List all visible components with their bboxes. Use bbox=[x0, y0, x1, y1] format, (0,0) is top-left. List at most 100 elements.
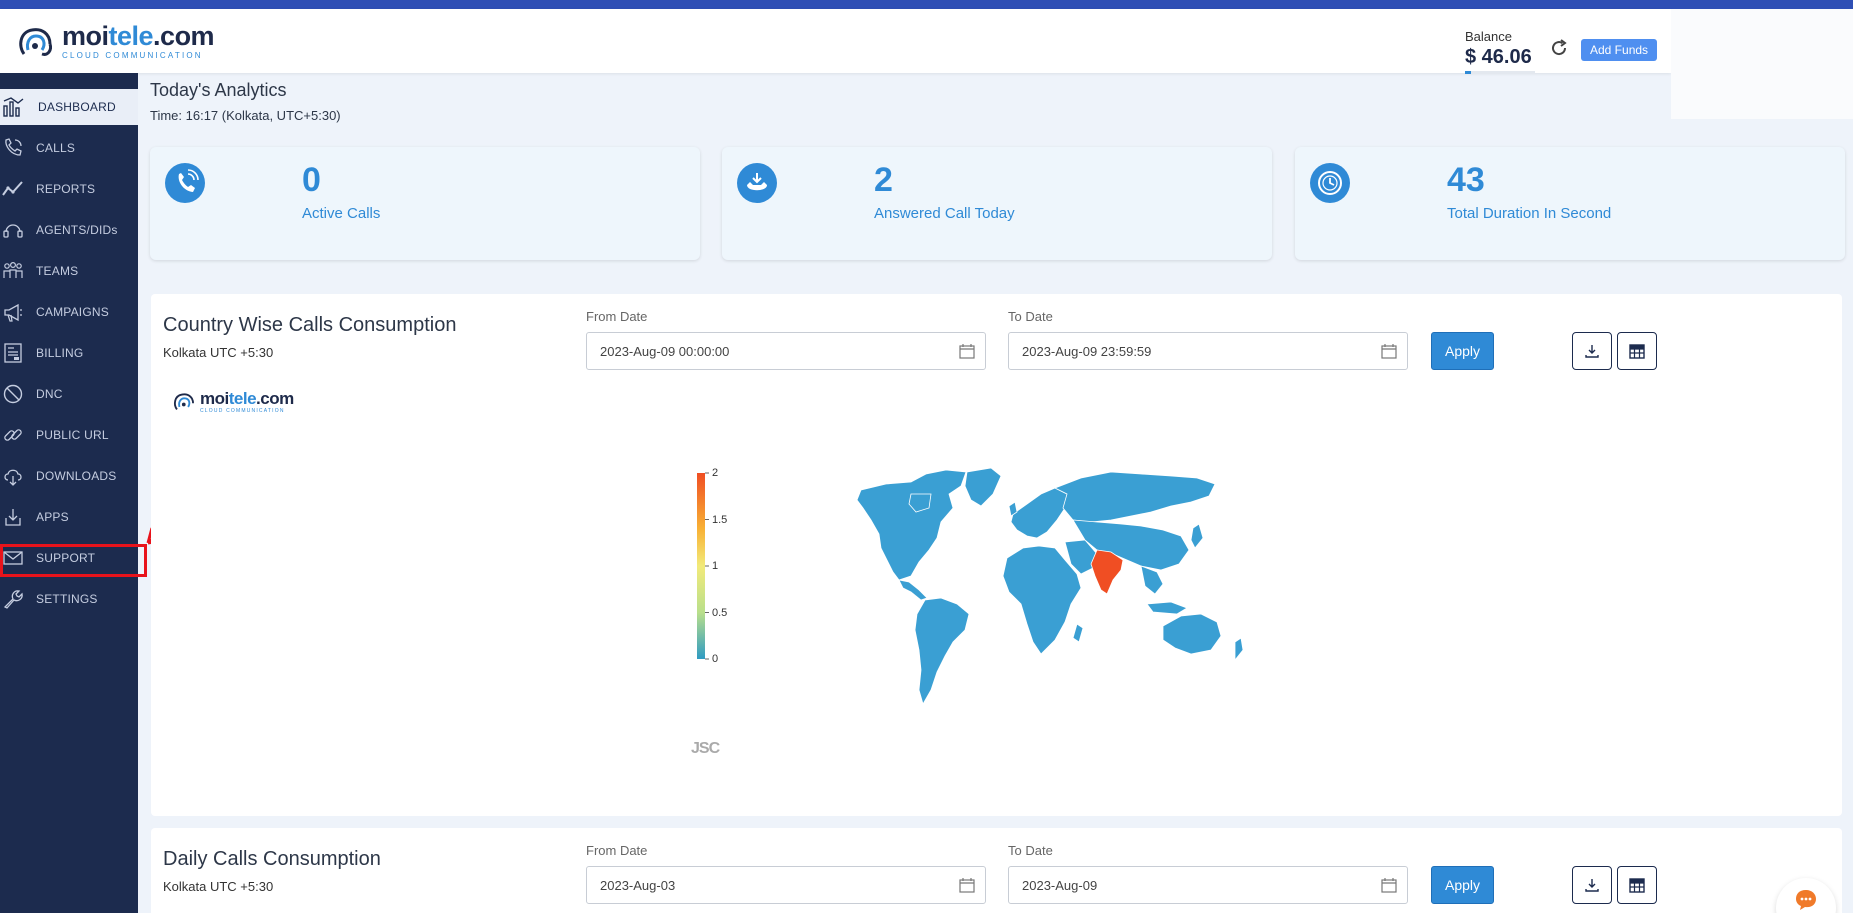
legend-tick-label: 2 bbox=[712, 468, 718, 479]
logo-tagline: CLOUD COMMUNICATION bbox=[62, 51, 203, 60]
sidebar-item-reports[interactable]: REPORTS bbox=[0, 171, 138, 207]
top-strip bbox=[0, 0, 1853, 9]
link-icon bbox=[4, 429, 22, 441]
map-region-indonesia bbox=[1146, 601, 1188, 615]
active-calls-value: 0 bbox=[302, 161, 321, 199]
apply-button[interactable]: Apply bbox=[1431, 866, 1494, 904]
map-region-new-zealand bbox=[1234, 637, 1244, 662]
balance-progress bbox=[1465, 71, 1535, 74]
country-panel-title: Country Wise Calls Consumption bbox=[163, 314, 457, 336]
calendar-view-button[interactable] bbox=[1617, 332, 1657, 370]
active-calls-label: Active Calls bbox=[302, 205, 381, 222]
refresh-icon[interactable] bbox=[1549, 38, 1569, 58]
to-date-value: 2023-Aug-09 23:59:59 bbox=[1022, 343, 1152, 359]
chat-icon bbox=[1796, 890, 1816, 910]
map-region-russia bbox=[1054, 471, 1216, 523]
to-date-label: To Date bbox=[1008, 843, 1053, 858]
map-region-europe bbox=[1010, 487, 1068, 539]
from-date-input[interactable]: 2023-Aug-09 00:00:00 bbox=[586, 332, 986, 370]
add-funds-button[interactable]: Add Funds bbox=[1581, 39, 1658, 61]
annotation-highlight-box bbox=[0, 544, 147, 577]
to-date-input[interactable]: 2023-Aug-09 bbox=[1008, 866, 1408, 904]
map-region-japan bbox=[1190, 523, 1204, 549]
sidebar-item-apps[interactable]: APPS bbox=[0, 499, 138, 535]
calendar-icon bbox=[1381, 344, 1397, 359]
legend-tick-label: 1.5 bbox=[712, 514, 727, 526]
legend-tick-label: 0 bbox=[712, 653, 718, 665]
header-right-area bbox=[1671, 9, 1853, 119]
balance-label: Balance bbox=[1465, 29, 1512, 44]
sidebar-item-agents-dids[interactable]: AGENTS/DIDs bbox=[0, 212, 138, 248]
calendar-icon bbox=[959, 878, 975, 893]
megaphone-icon bbox=[4, 303, 22, 322]
sidebar-item-campaigns[interactable]: CAMPAIGNS bbox=[0, 294, 138, 330]
sidebar-item-label: SETTINGS bbox=[36, 592, 98, 606]
answered-calls-label: Answered Call Today bbox=[874, 205, 1015, 222]
chart-library-watermark: JSC bbox=[691, 740, 720, 757]
sidebar-item-label: TEAMS bbox=[36, 264, 79, 278]
daily-panel-title: Daily Calls Consumption bbox=[163, 848, 381, 870]
app-logo[interactable]: moitele.com CLOUD COMMUNICATION bbox=[16, 23, 215, 60]
sidebar-item-teams[interactable]: TEAMS bbox=[0, 253, 138, 289]
country-wise-panel: Country Wise Calls Consumption Kolkata U… bbox=[151, 294, 1842, 816]
logo-wordmark: moitele.com bbox=[200, 389, 294, 408]
sidebar-item-settings[interactable]: SETTINGS bbox=[0, 581, 138, 617]
download-button[interactable] bbox=[1572, 332, 1612, 370]
phone-icon bbox=[5, 138, 22, 156]
sidebar-item-billing[interactable]: BILLING bbox=[0, 335, 138, 371]
legend-tick-label: 0.5 bbox=[712, 607, 727, 619]
app-header: moitele.com CLOUD COMMUNICATION Balance … bbox=[0, 9, 1671, 74]
to-date-value: 2023-Aug-09 bbox=[1022, 877, 1098, 893]
download-icon bbox=[1585, 345, 1599, 358]
logo-tagline: CLOUD COMMUNICATION bbox=[200, 408, 285, 414]
apply-button[interactable]: Apply bbox=[1431, 332, 1494, 370]
sidebar-item-label: APPS bbox=[36, 510, 69, 524]
map-region-india bbox=[1090, 549, 1124, 595]
app-download-icon bbox=[5, 509, 21, 526]
calendar-view-button[interactable] bbox=[1617, 866, 1657, 904]
map-color-legend: 2 1.5 1 0.5 0 bbox=[697, 468, 727, 665]
sidebar-item-label: REPORTS bbox=[36, 182, 96, 196]
sidebar-item-dashboard[interactable]: DASHBOARD bbox=[0, 89, 138, 125]
world-choropleth-map[interactable] bbox=[841, 464, 1281, 714]
logo-icon bbox=[19, 27, 52, 56]
from-date-value: 2023-Aug-09 00:00:00 bbox=[600, 343, 730, 359]
map-region-central-america bbox=[898, 579, 928, 601]
sidebar-item-dnc[interactable]: DNC bbox=[0, 376, 138, 412]
calendar-icon bbox=[959, 344, 975, 359]
cloud-download-icon bbox=[4, 469, 22, 486]
from-date-input[interactable]: 2023-Aug-03 bbox=[586, 866, 986, 904]
stat-card-answered-calls: 2 Answered Call Today bbox=[722, 147, 1272, 260]
logo-icon bbox=[174, 393, 194, 410]
total-duration-label: Total Duration In Second bbox=[1447, 205, 1612, 222]
daily-calls-panel: Daily Calls Consumption Kolkata UTC +5:3… bbox=[151, 828, 1842, 913]
balance-value: $ 46.06 bbox=[1465, 46, 1532, 68]
chart-bar-icon bbox=[3, 97, 24, 117]
to-date-input[interactable]: 2023-Aug-09 23:59:59 bbox=[1008, 332, 1408, 370]
map-region-south-america bbox=[914, 597, 970, 706]
invoice-icon bbox=[4, 343, 22, 363]
sidebar-item-public-url[interactable]: PUBLIC URL bbox=[0, 417, 138, 453]
sidebar-item-label: BILLING bbox=[36, 346, 84, 360]
answered-calls-value: 2 bbox=[874, 161, 893, 199]
wrench-icon bbox=[3, 590, 23, 609]
sidebar-item-label: AGENTS/DIDs bbox=[36, 223, 118, 237]
map-region-southeast-asia bbox=[1140, 565, 1164, 595]
sidebar-item-calls[interactable]: CALLS bbox=[0, 130, 138, 166]
daily-panel-timezone: Kolkata UTC +5:30 bbox=[163, 879, 274, 894]
map-region-australia bbox=[1162, 613, 1222, 655]
stat-card-total-duration: 43 Total Duration In Second bbox=[1295, 147, 1845, 260]
sidebar-item-label: DOWNLOADS bbox=[36, 469, 117, 483]
clock-icon bbox=[1310, 163, 1350, 203]
map-logo: moitele.com CLOUD COMMUNICATION bbox=[172, 390, 294, 414]
sidebar-item-label: CALLS bbox=[36, 141, 76, 155]
from-date-value: 2023-Aug-03 bbox=[600, 877, 676, 893]
sidebar-item-downloads[interactable]: DOWNLOADS bbox=[0, 458, 138, 494]
total-duration-value: 43 bbox=[1447, 161, 1485, 199]
download-button[interactable] bbox=[1572, 866, 1612, 904]
current-time: Time: 16:17 (Kolkata, UTC+5:30) bbox=[150, 108, 341, 123]
table-calendar-icon bbox=[1629, 344, 1645, 359]
map-region-africa bbox=[1002, 545, 1082, 655]
answered-call-icon bbox=[737, 163, 777, 203]
map-region-north-america bbox=[856, 469, 967, 581]
